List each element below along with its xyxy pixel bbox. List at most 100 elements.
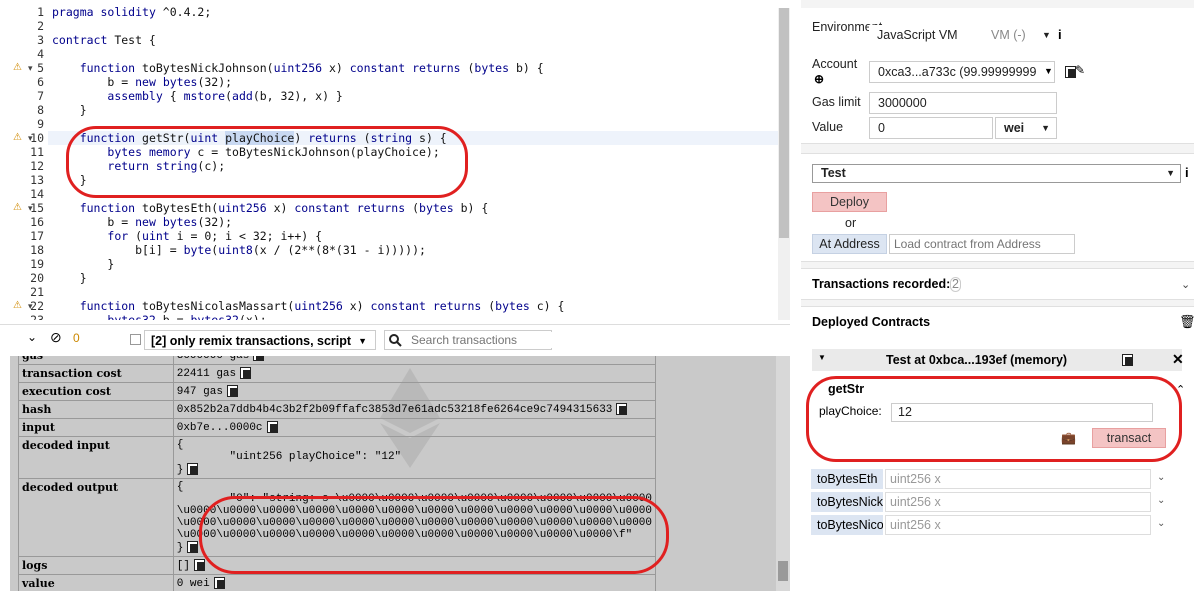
briefcase-icon[interactable]: 💼 — [1061, 431, 1076, 445]
load-address-input[interactable] — [889, 234, 1075, 254]
caret-down-icon[interactable]: ▼ — [818, 353, 826, 362]
chevron-down-icon[interactable]: ⌄ — [1157, 518, 1165, 529]
search-box[interactable] — [384, 330, 553, 350]
function-call-button[interactable]: toBytesNick — [811, 492, 883, 512]
edit-icon[interactable]: ✎ — [1075, 63, 1085, 77]
tx-row: execution cost 947 gas — [18, 382, 657, 401]
chevron-down-icon[interactable]: ⌄ — [1157, 495, 1165, 506]
value-label: Value — [812, 120, 844, 134]
tx-row: decoded output{ "0": "string: s \u0000\u… — [18, 477, 657, 557]
info-icon[interactable]: i — [1058, 27, 1062, 42]
code-line: b[i] = byte(uint8(x / (2**(8*(31 - i))))… — [52, 243, 426, 257]
account-select[interactable]: 0xca3...a733c (99.99999999 — [869, 61, 1055, 83]
code-editor[interactable]: 1 2 3 4 5 ⚠ ▾ 6 7 8 9 10 ⚠ ▾ 11 12 13 14 15 ⚠ ▾ 16 17 18 19 20 21 2… — [0, 0, 790, 320]
code-line: assembly { mstore(add(b, 32), x) } — [107, 89, 343, 103]
function-arg-input[interactable]: uint256 x — [885, 515, 1151, 535]
line-number: 6 — [37, 75, 44, 89]
clear-console-icon[interactable]: ⊘ — [50, 329, 62, 346]
copy-icon[interactable] — [616, 403, 628, 415]
fold-icon[interactable]: ▾ — [28, 61, 33, 75]
transaction-details-table: gas3000000 gastransaction cost22411 gas e… — [18, 356, 657, 591]
code-line: function toBytesNickJohnson(uint256 x) c… — [79, 61, 544, 75]
editor-scroll-thumb[interactable] — [779, 8, 789, 238]
line-number: 2 — [37, 19, 44, 33]
tx-key: input — [18, 418, 174, 437]
trash-icon[interactable]: 🗑 — [1179, 314, 1194, 330]
value-unit-select[interactable]: wei ▼ — [995, 117, 1057, 139]
fold-icon[interactable]: ▾ — [28, 299, 33, 313]
warning-icon[interactable]: ⚠ — [13, 201, 22, 215]
terminal-scrollbar[interactable] — [776, 356, 790, 591]
chevron-down-icon: ▼ — [1044, 66, 1053, 76]
environment-select[interactable]: JavaScript VM VM (-) ▼ — [869, 25, 1053, 47]
function-arg-input[interactable]: uint256 x — [885, 469, 1151, 489]
tx-key: hash — [18, 400, 174, 419]
code-line: b = new bytes(32); — [52, 215, 233, 229]
transactions-recorded[interactable]: Transactions recorded: 2 ⌄ — [801, 268, 1194, 300]
info-icon[interactable]: i — [1185, 165, 1189, 180]
collapse-terminal-icon[interactable]: ⌄ — [27, 330, 37, 344]
playchoice-input[interactable]: 12 — [891, 403, 1153, 422]
function-arg-input[interactable]: uint256 x — [885, 492, 1151, 512]
fold-icon[interactable]: ▾ — [28, 201, 33, 215]
fold-icon[interactable]: ▾ — [28, 131, 33, 145]
run-panel: Environment JavaScript VM VM (-) ▼ i Acc… — [801, 0, 1194, 592]
copy-icon[interactable] — [187, 540, 199, 553]
contract-select[interactable]: Test ▼ — [812, 164, 1181, 183]
chevron-down-icon: ▼ — [358, 336, 367, 346]
contract-instance-header[interactable]: ▼ Test at 0xbca...193ef (memory) ✕ — [812, 349, 1184, 371]
deploy-button[interactable]: Deploy — [812, 192, 887, 212]
listen-network-checkbox[interactable] — [130, 334, 141, 345]
close-icon[interactable]: ✕ — [1172, 351, 1184, 368]
tx-value-text: 22411 gas — [176, 367, 237, 380]
warning-icon[interactable]: ⚠ — [13, 299, 22, 313]
function-call-button[interactable]: toBytesNico — [811, 515, 883, 535]
tx-value: { "uint256 playChoice": "12" } — [172, 436, 657, 479]
account-label: Account — [812, 57, 858, 71]
tx-value-text: 0 wei — [176, 577, 210, 590]
copy-icon[interactable] — [266, 421, 278, 433]
value-input[interactable]: 0 — [869, 117, 993, 139]
line-number: 1 — [37, 5, 44, 19]
tx-row: input 0xb7e...0000c — [18, 418, 657, 437]
tx-key: value — [18, 573, 174, 591]
code-line: bytes memory c = toBytesNickJohnson(play… — [107, 145, 440, 159]
editor-scrollbar[interactable] — [778, 8, 790, 320]
chevron-up-icon[interactable]: ⌃ — [1176, 383, 1185, 396]
tx-key: gas — [18, 356, 174, 365]
search-transactions-input[interactable] — [409, 332, 553, 348]
terminal-scroll-thumb[interactable] — [778, 561, 788, 581]
tx-row: gas3000000 gas — [18, 356, 657, 365]
function-call-button[interactable]: toBytesEth — [811, 469, 883, 489]
copy-icon[interactable] — [187, 463, 199, 475]
copy-icon[interactable] — [253, 356, 265, 361]
copy-icon[interactable] — [213, 576, 225, 589]
copy-icon[interactable] — [193, 558, 205, 571]
line-number: 10 — [30, 131, 44, 145]
at-address-button[interactable]: At Address — [812, 234, 887, 254]
tx-value: 3000000 gas — [172, 356, 657, 365]
code-line: function getStr(uint playChoice) returns… — [79, 131, 447, 145]
warning-icon[interactable]: ⚠ — [13, 131, 22, 145]
copy-icon[interactable] — [240, 367, 252, 379]
deployed-contracts: Deployed Contracts 🗑 ▼ Test at 0xbca...1… — [801, 306, 1194, 592]
transaction-filter-select[interactable]: [2] only remix transactions, script ▼ — [144, 330, 376, 350]
warning-icon[interactable]: ⚠ — [13, 61, 22, 75]
tx-key: transaction cost — [18, 364, 174, 383]
code-line: bytes32 b = bytes32(x); — [107, 313, 267, 320]
chevron-down-icon[interactable]: ⌄ — [1157, 472, 1165, 483]
copy-instance-address-icon[interactable] — [1122, 354, 1133, 366]
gas-limit-input[interactable]: 3000000 — [869, 92, 1057, 114]
deploy-section: Test ▼ i Deploy or At Address — [801, 153, 1194, 262]
transact-button[interactable]: transact — [1092, 428, 1166, 448]
chevron-down-icon: ▼ — [1042, 30, 1051, 40]
line-number: 7 — [37, 89, 44, 103]
tx-value: 0x852b2a7ddb4b4c3b2f2b09ffafc3853d7e61ad… — [172, 400, 657, 419]
tx-value: 947 gas — [172, 382, 657, 401]
tx-value: [] — [172, 555, 657, 575]
contract-name: Test — [821, 166, 846, 180]
add-account-icon[interactable]: ⊕ — [814, 72, 824, 86]
chevron-down-icon[interactable]: ⌄ — [1181, 278, 1190, 291]
line-number: 12 — [30, 159, 44, 173]
copy-icon[interactable] — [226, 385, 238, 397]
